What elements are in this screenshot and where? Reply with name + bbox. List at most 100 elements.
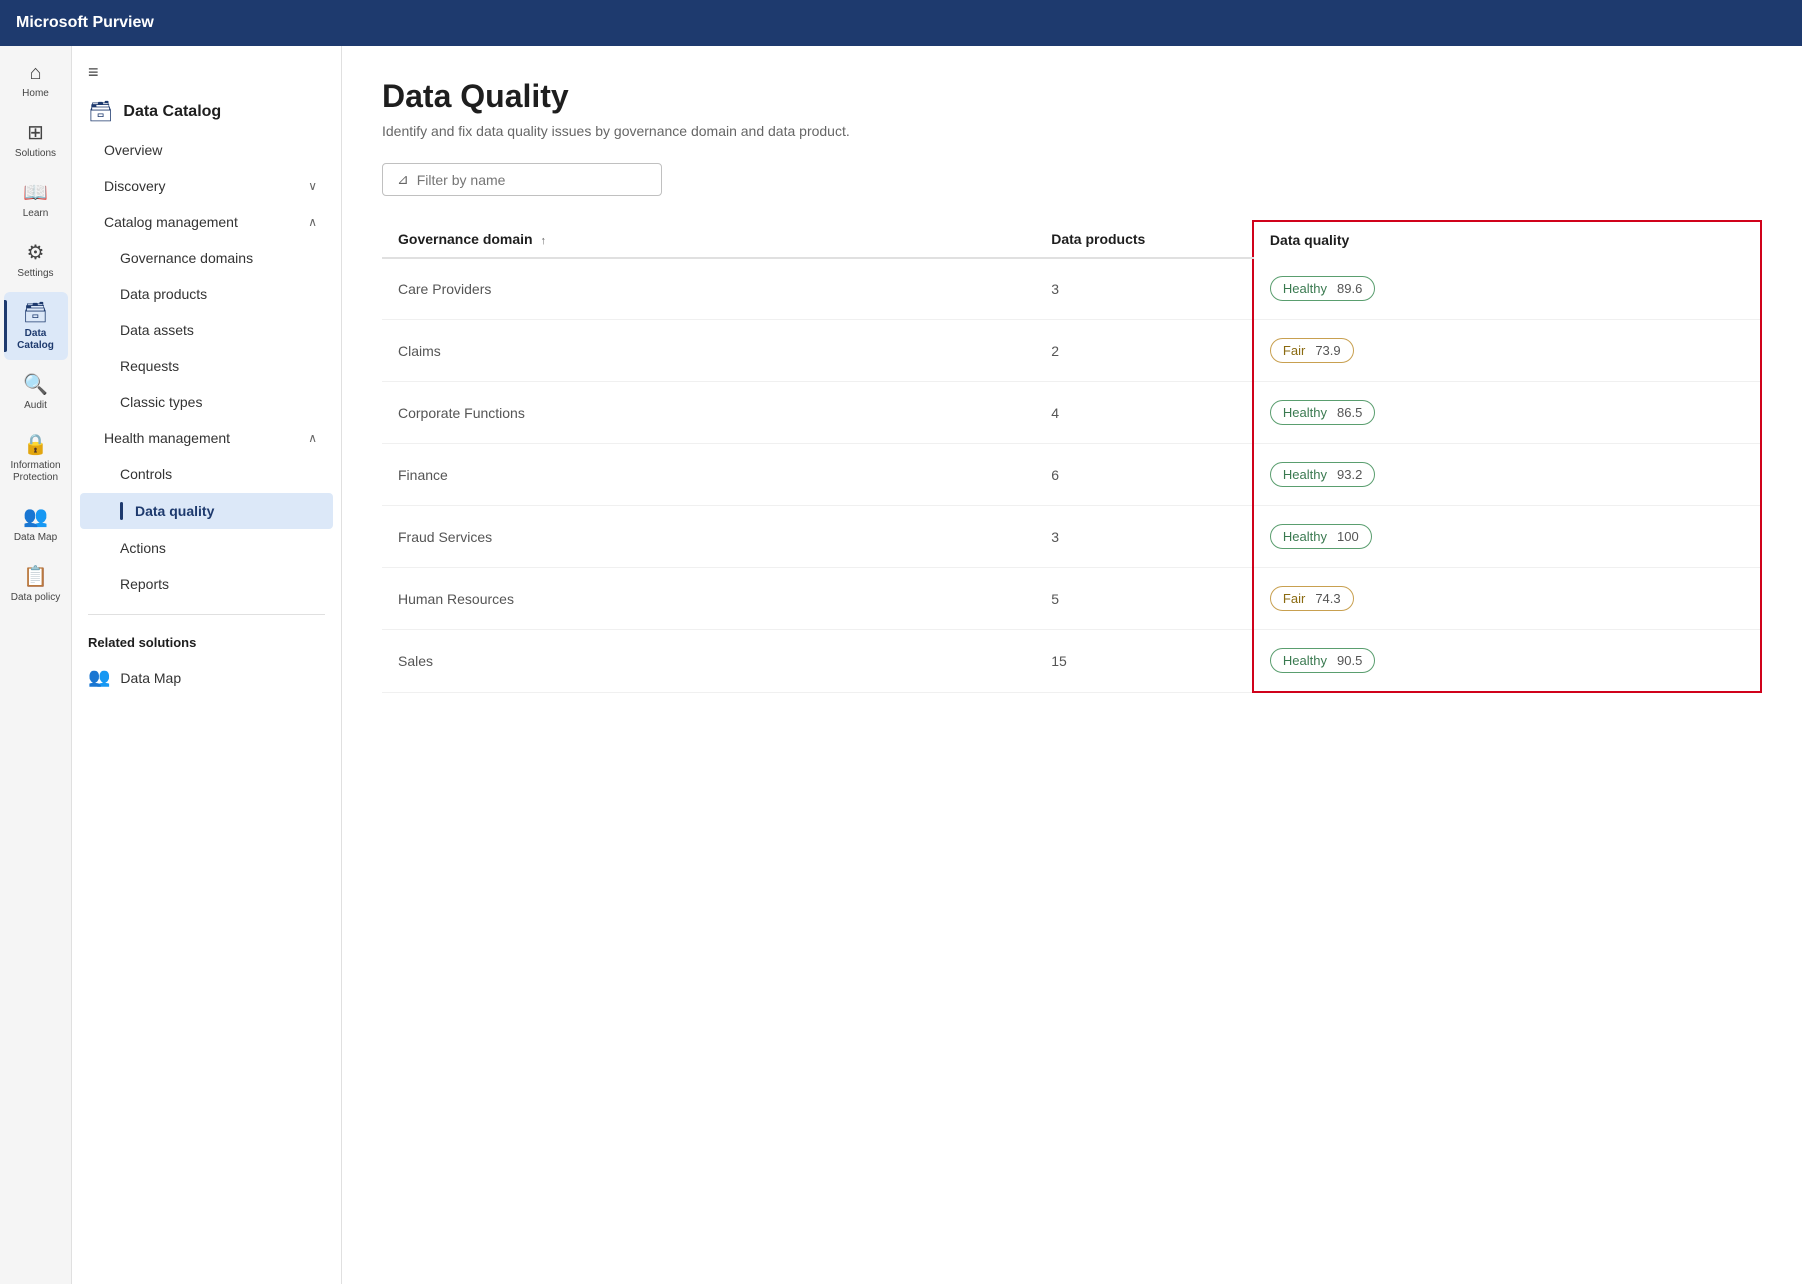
table-row: Human Resources5Fair74.3 [382,568,1761,630]
badge-score-2: 86.5 [1337,405,1362,420]
filter-input[interactable] [417,172,647,188]
cell-products-1: 2 [1035,320,1253,382]
table-row: Finance6Healthy93.2 [382,444,1761,506]
nav-data-assets-label: Data assets [120,322,194,338]
sidebar-item-data-map[interactable]: 👥 Data Map [4,496,68,552]
sidebar-item-label-info-protection: Information Protection [10,460,62,484]
active-indicator [120,502,123,520]
sidebar-item-solutions[interactable]: ⊞ Solutions [4,112,68,168]
badge-score-1: 73.9 [1315,343,1340,358]
filter-bar: ⊿ [382,163,1762,196]
app-title: Microsoft Purview [16,14,154,32]
audit-icon: 🔍 [23,372,48,397]
hamburger-button[interactable]: ≡ [88,62,99,83]
sidebar-item-home[interactable]: ⌂Home [4,54,68,108]
cell-products-4: 3 [1035,506,1253,568]
sidebar-item-audit[interactable]: 🔍 Audit [4,364,68,420]
data-catalog-icon: 🗃 [23,300,48,325]
sidebar-item-learn[interactable]: 📖 Learn [4,172,68,228]
sidebar-item-label-data-map: Data Map [14,532,57,544]
solutions-icon: ⊞ [27,120,44,145]
nav-item-discovery[interactable]: Discovery ∨ [80,169,333,203]
nav-divider [88,614,325,615]
cell-products-5: 5 [1035,568,1253,630]
badge-label-6: Healthy [1283,653,1327,668]
data-catalog-icon: 🗃 [88,99,113,124]
nav-item-catalog-management[interactable]: Catalog management ∧ [80,205,333,239]
quality-badge-1: Fair 73.9 [1270,338,1354,363]
col-quality-label: Data quality [1270,232,1349,248]
settings-icon: ⚙ [27,240,45,265]
col-header-domain: Governance domain ↑ [382,221,1035,258]
badge-score-6: 90.5 [1337,653,1362,668]
nav-item-requests[interactable]: Requests [80,349,333,383]
sidebar-item-label-solutions: Solutions [15,148,56,160]
nav-governance-domains-label: Governance domains [120,250,253,266]
app-body: ⌂Home ⊞ Solutions 📖 Learn ⚙ Settings 🗃 Data Cata… [0,46,1802,1284]
nav-catalog-mgmt-label: Catalog management [104,214,238,230]
cell-products-2: 4 [1035,382,1253,444]
cell-products-0: 3 [1035,258,1253,320]
sidebar-item-data-catalog[interactable]: 🗃 Data Catalog [4,292,68,360]
badge-label-3: Healthy [1283,467,1327,482]
cell-domain-3: Finance [382,444,1035,506]
badge-score-0: 89.6 [1337,281,1362,296]
badge-score-5: 74.3 [1315,591,1340,606]
sidebar-item-data-policy[interactable]: 📋Data policy [4,556,68,612]
sidebar-item-label-settings: Settings [17,268,53,280]
cell-domain-4: Fraud Services [382,506,1035,568]
cell-domain-2: Corporate Functions [382,382,1035,444]
page-subtitle: Identify and fix data quality issues by … [382,123,1762,139]
topbar: Microsoft Purview [0,0,1802,46]
badge-score-4: 100 [1337,529,1359,544]
sidebar-item-settings[interactable]: ⚙ Settings [4,232,68,288]
nav-section-title: 🗃 Data Catalog [72,91,341,132]
nav-item-classic-types[interactable]: Classic types [80,385,333,419]
nav-overview-label: Overview [104,142,162,158]
sidebar-item-label-data-policy: Data policy [11,592,60,604]
chevron-up-icon: ∧ [308,215,317,229]
nav-item-actions[interactable]: Actions [80,531,333,565]
sidebar-item-label-data-catalog: Data Catalog [10,328,62,352]
quality-badge-4: Healthy 100 [1270,524,1372,549]
quality-badge-6: Healthy 90.5 [1270,648,1375,673]
page-title: Data Quality [382,78,1762,115]
chevron-up-icon-health: ∧ [308,431,317,445]
nav-item-overview[interactable]: Overview [80,133,333,167]
sort-icon-domain[interactable]: ↑ [540,235,546,247]
related-item-data-map[interactable]: 👥 Data Map [72,658,341,697]
nav-item-health-management[interactable]: Health management ∧ [80,421,333,455]
sidebar-item-label-audit: Audit [24,400,47,412]
data-map-icon: 👥 [88,667,110,688]
nav-item-data-quality[interactable]: Data quality [80,493,333,529]
sidebar-item-label-learn: Learn [23,208,49,220]
nav-requests-label: Requests [120,358,179,374]
nav-section-name: Data Catalog [123,103,221,121]
nav-discovery-label: Discovery [104,178,165,194]
info-protection-icon: 🔒 [23,432,48,457]
nav-data-quality-label: Data quality [135,503,214,519]
nav-item-governance-domains[interactable]: Governance domains [80,241,333,275]
table-row: Claims2Fair73.9 [382,320,1761,382]
cell-domain-5: Human Resources [382,568,1035,630]
cell-quality-0: Healthy 89.6 [1253,258,1761,320]
table-row: Corporate Functions4Healthy86.5 [382,382,1761,444]
nav-item-data-products[interactable]: Data products [80,277,333,311]
badge-label-1: Fair [1283,343,1305,358]
nav-item-controls[interactable]: Controls [80,457,333,491]
learn-icon: 📖 [23,180,48,205]
data-quality-table: Governance domain ↑ Data products Data q… [382,220,1762,693]
badge-label-0: Healthy [1283,281,1327,296]
filter-input-container[interactable]: ⊿ [382,163,662,196]
nav-classic-types-label: Classic types [120,394,202,410]
filter-icon: ⊿ [397,171,409,188]
col-header-quality: Data quality [1253,221,1761,258]
data-map-icon: 👥 [23,504,48,529]
col-products-label: Data products [1051,231,1145,247]
badge-label-4: Healthy [1283,529,1327,544]
cell-products-3: 6 [1035,444,1253,506]
sidebar-item-info-protection[interactable]: 🔒 Information Protection [4,424,68,492]
nav-item-data-assets[interactable]: Data assets [80,313,333,347]
nav-item-reports[interactable]: Reports [80,567,333,601]
nav-reports-label: Reports [120,576,169,592]
